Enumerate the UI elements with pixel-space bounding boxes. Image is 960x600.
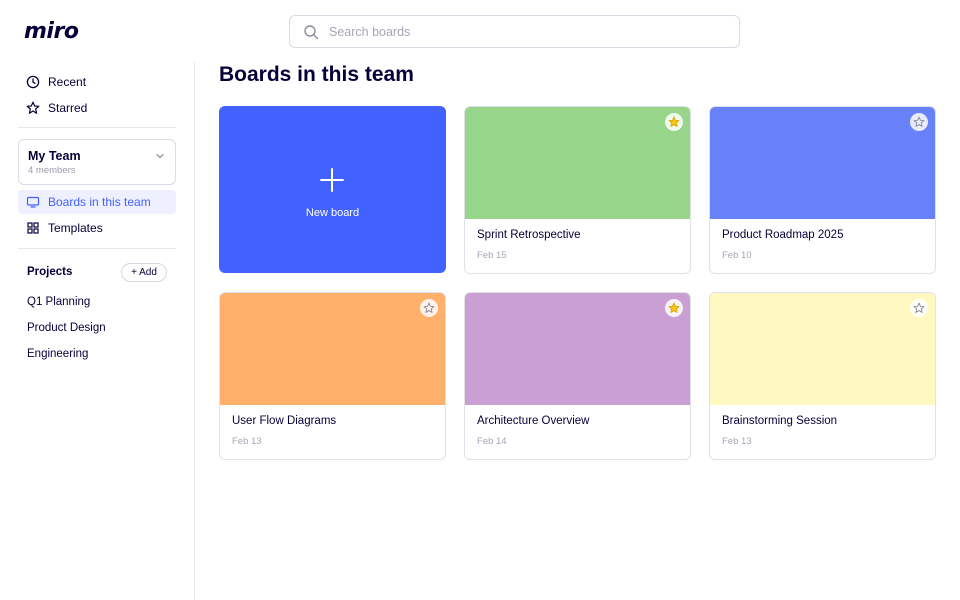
sidebar-item-label: Templates [48,221,103,235]
projects-heading: Projects [27,266,73,278]
board-date: Feb 13 [722,436,752,447]
monitor-icon [26,196,40,208]
board-date: Feb 10 [722,250,752,261]
star-toggle[interactable] [665,113,683,131]
board-date: Feb 14 [477,436,507,447]
board-card[interactable]: Product Roadmap 2025 Feb 10 [709,106,936,274]
chevron-down-icon [156,153,164,159]
board-thumbnail [465,107,690,219]
board-name: Product Roadmap 2025 [722,229,844,241]
sidebar-item-boards-in-team[interactable]: Boards in this team [18,190,176,214]
board-card[interactable]: User Flow Diagrams Feb 13 [219,292,446,460]
search-icon [304,24,319,39]
sidebar-item-templates[interactable]: Templates [18,216,176,240]
plus-icon [320,168,344,192]
sidebar-item-label: Boards in this team [48,195,151,209]
board-date: Feb 15 [477,250,507,261]
board-thumbnail [465,293,690,405]
sidebar-divider [18,248,176,249]
board-thumbnail [220,293,445,405]
board-name: Architecture Overview [477,415,590,427]
board-card[interactable]: Architecture Overview Feb 14 [464,292,691,460]
star-icon [913,116,925,127]
new-board-button[interactable]: New board [219,106,446,273]
star-icon [668,302,680,313]
board-name: User Flow Diagrams [232,415,337,427]
clock-icon [26,75,40,89]
board-name: Brainstorming Session [722,415,838,427]
board-card[interactable]: Sprint Retrospective Feb 15 [464,106,691,274]
star-toggle[interactable] [665,299,683,317]
star-toggle[interactable] [910,113,928,131]
project-item[interactable]: Q1 Planning [27,296,90,308]
team-switcher[interactable]: My Team 4 members [18,139,176,185]
board-name: Sprint Retrospective [477,229,581,241]
sidebar: Recent Starred My Team 4 members Boards … [0,62,195,600]
sidebar-divider [18,127,176,128]
star-toggle[interactable] [420,299,438,317]
board-thumbnail [710,293,935,405]
board-date: Feb 13 [232,436,262,447]
star-icon [26,101,40,114]
team-members-count: 4 members [28,165,76,176]
search-input[interactable] [329,24,709,39]
star-toggle[interactable] [910,299,928,317]
sidebar-item-label: Starred [48,101,88,115]
board-thumbnail [710,107,935,219]
board-card[interactable]: Brainstorming Session Feb 13 [709,292,936,460]
miro-logo[interactable]: miro [24,19,79,44]
sidebar-item-label: Recent [48,75,87,89]
team-name: My Team [28,149,81,163]
star-icon [668,116,680,127]
sidebar-item-starred[interactable]: Starred [18,96,176,120]
page-title: Boards in this team [219,63,414,86]
new-board-label: New board [305,207,360,219]
project-item[interactable]: Engineering [27,348,88,360]
sidebar-item-recent[interactable]: Recent [18,70,176,94]
grid-icon [27,222,39,234]
star-icon [423,302,435,313]
project-item[interactable]: Product Design [27,322,106,334]
search-bar[interactable] [289,15,740,48]
add-project-button[interactable]: + Add [121,263,167,282]
star-icon [913,302,925,313]
